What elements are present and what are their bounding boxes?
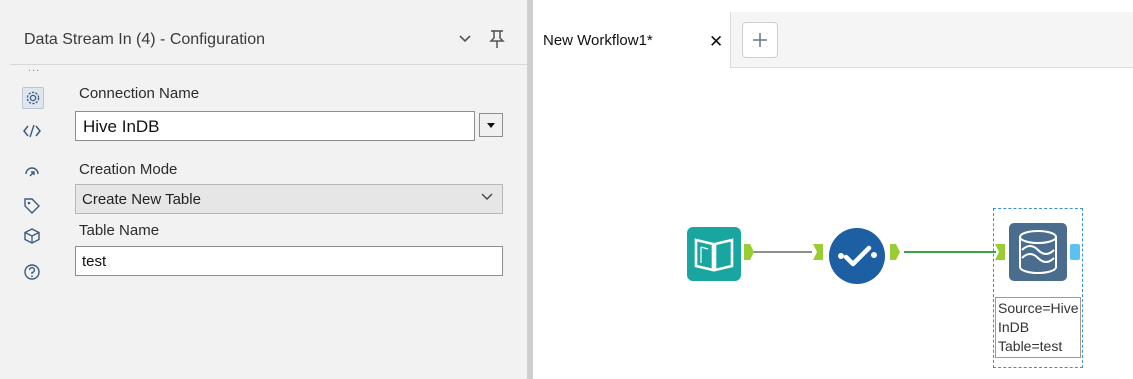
connection-name-input[interactable]: Hive InDB <box>75 111 475 141</box>
collapse-chevron-icon[interactable] <box>454 28 476 50</box>
checkmark-circle-icon <box>829 228 885 284</box>
annotation-line: InDB <box>998 319 1030 335</box>
gear-icon[interactable] <box>22 87 44 109</box>
tab-label: New Workflow1* <box>543 32 653 49</box>
help-icon[interactable] <box>22 262 42 282</box>
configuration-header: Data Stream In (4) - Configuration <box>10 12 527 65</box>
tag-icon[interactable] <box>22 196 42 216</box>
creation-mode-label: Creation Mode <box>79 161 178 178</box>
book-icon <box>687 227 741 281</box>
table-name-input[interactable]: test <box>75 246 503 276</box>
annotation-line: Source=Hive <box>998 300 1079 316</box>
check-tool[interactable] <box>827 226 887 291</box>
connection-name-label: Connection Name <box>79 85 200 102</box>
table-name-label: Table Name <box>79 222 160 239</box>
code-icon[interactable] <box>22 121 42 141</box>
input-data-tool[interactable] <box>686 226 742 287</box>
dropdown-triangle-icon <box>487 122 495 128</box>
arrow-circle-icon[interactable] <box>22 164 42 184</box>
creation-mode-select[interactable]: Create New Table <box>75 184 503 214</box>
cube-icon[interactable] <box>22 226 42 246</box>
app-window: Data Stream In (4) - Configuration ... C… <box>0 0 1133 379</box>
output-anchor-2[interactable] <box>890 244 900 265</box>
input-anchor-3[interactable] <box>995 244 1005 265</box>
more-options-dots[interactable]: ... <box>28 62 40 74</box>
workflow-tab-bar: New Workflow1* ✕ <box>533 12 1133 68</box>
new-tab-button[interactable] <box>742 22 778 58</box>
tool-annotation: Source=Hive InDB Table=test <box>995 297 1081 358</box>
input-anchor-2[interactable] <box>813 244 823 265</box>
configuration-title: Data Stream In (4) - Configuration <box>24 31 265 48</box>
creation-mode-value: Create New Table <box>82 191 201 208</box>
configuration-panel: Data Stream In (4) - Configuration ... C… <box>0 0 530 379</box>
tab-new-workflow1[interactable]: New Workflow1* ✕ <box>533 12 731 68</box>
data-stream-in-tool[interactable] <box>1008 222 1068 287</box>
output-anchor-3[interactable] <box>1070 244 1080 265</box>
annotation-line: Table=test <box>998 338 1063 354</box>
output-anchor-1[interactable] <box>744 244 754 265</box>
table-name-value: test <box>82 253 107 270</box>
connection-name-value: Hive InDB <box>83 117 160 136</box>
pin-icon[interactable] <box>486 28 508 50</box>
connection-dropdown-button[interactable] <box>479 113 503 137</box>
database-stream-icon <box>1009 223 1067 281</box>
chevron-down-icon <box>481 193 493 200</box>
close-icon[interactable]: ✕ <box>709 32 723 52</box>
plus-icon <box>753 33 767 47</box>
